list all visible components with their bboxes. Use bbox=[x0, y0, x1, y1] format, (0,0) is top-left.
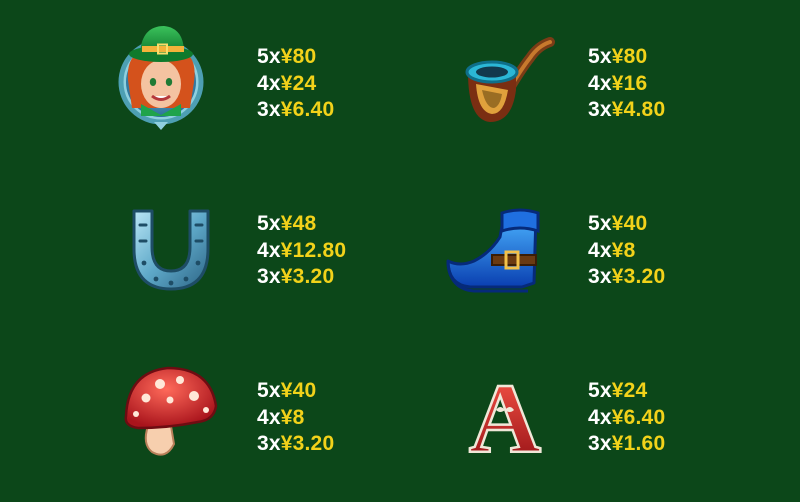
payout-amount: ¥6.40 bbox=[280, 98, 335, 121]
payout-multiplier: 3x bbox=[588, 432, 612, 455]
pipe-icon bbox=[450, 28, 560, 138]
payout-row-4x: 4x¥8 bbox=[257, 405, 334, 432]
payout-multiplier: 3x bbox=[257, 98, 281, 121]
payout-amount: ¥24 bbox=[280, 71, 317, 95]
payout-multiplier: 3x bbox=[257, 432, 281, 455]
paytable-entry-leprechaun: 5x¥80 4x¥24 3x¥6.40 bbox=[0, 0, 400, 167]
payout-amount: ¥3.20 bbox=[280, 265, 335, 288]
mushroom-icon bbox=[118, 354, 228, 464]
payout-multiplier: 3x bbox=[588, 98, 612, 121]
payout-multiplier: 5x bbox=[257, 379, 281, 402]
payout-multiplier: 4x bbox=[588, 405, 612, 429]
paytable-entry-horseshoe: 5x¥48 4x¥12.80 3x¥3.20 bbox=[0, 167, 400, 334]
payout-multiplier: 3x bbox=[588, 265, 612, 288]
payout-list: 5x¥40 4x¥8 3x¥3.20 bbox=[588, 211, 665, 291]
payout-amount: ¥40 bbox=[611, 212, 648, 235]
payout-list: 5x¥80 4x¥16 3x¥4.80 bbox=[588, 44, 665, 124]
boot-icon bbox=[440, 197, 550, 307]
leprechaun-icon bbox=[106, 20, 216, 130]
payout-row-4x: 4x¥16 bbox=[588, 71, 665, 98]
payout-amount: ¥8 bbox=[280, 405, 305, 429]
payout-list: 5x¥24 4x¥6.40 3x¥1.60 bbox=[588, 378, 665, 458]
payout-multiplier: 3x bbox=[257, 265, 281, 288]
payout-amount: ¥12.80 bbox=[280, 238, 347, 262]
payout-amount: ¥16 bbox=[611, 71, 648, 95]
payout-row-4x: 4x¥8 bbox=[588, 238, 665, 265]
horseshoe-icon bbox=[116, 193, 226, 303]
payout-row-5x: 5x¥40 bbox=[257, 378, 334, 405]
payout-row-5x: 5x¥80 bbox=[588, 44, 665, 71]
payout-amount: ¥48 bbox=[280, 212, 317, 235]
payout-row-3x: 3x¥6.40 bbox=[257, 97, 334, 124]
payout-list: 5x¥80 4x¥24 3x¥6.40 bbox=[257, 44, 334, 124]
payout-multiplier: 4x bbox=[257, 71, 281, 95]
letter-a-icon: A bbox=[450, 358, 560, 468]
payout-multiplier: 5x bbox=[588, 379, 612, 402]
payout-multiplier: 5x bbox=[588, 212, 612, 235]
paytable-entry-mushroom: 5x¥40 4x¥8 3x¥3.20 bbox=[0, 334, 400, 501]
payout-row-5x: 5x¥24 bbox=[588, 378, 665, 405]
payout-multiplier: 4x bbox=[588, 238, 612, 262]
payout-amount: ¥3.20 bbox=[611, 265, 666, 288]
payout-amount: ¥6.40 bbox=[611, 405, 666, 429]
paytable-entry-pipe: 5x¥80 4x¥16 3x¥4.80 bbox=[400, 0, 800, 167]
paytable-entry-boot: 5x¥40 4x¥8 3x¥3.20 bbox=[400, 167, 800, 334]
payout-row-4x: 4x¥6.40 bbox=[588, 405, 665, 432]
payout-row-5x: 5x¥40 bbox=[588, 211, 665, 238]
payout-multiplier: 5x bbox=[257, 212, 281, 235]
payout-list: 5x¥40 4x¥8 3x¥3.20 bbox=[257, 378, 334, 458]
payout-multiplier: 5x bbox=[257, 45, 281, 68]
payout-amount: ¥40 bbox=[280, 379, 317, 402]
payout-row-5x: 5x¥80 bbox=[257, 44, 334, 71]
payout-row-4x: 4x¥12.80 bbox=[257, 238, 346, 265]
payout-row-3x: 3x¥3.20 bbox=[257, 264, 346, 291]
payout-row-3x: 3x¥4.80 bbox=[588, 97, 665, 124]
payout-multiplier: 4x bbox=[257, 405, 281, 429]
payout-amount: ¥4.80 bbox=[611, 98, 666, 121]
payout-amount: ¥3.20 bbox=[280, 432, 335, 455]
payout-multiplier: 4x bbox=[257, 238, 281, 262]
payout-amount: ¥1.60 bbox=[611, 432, 666, 455]
payout-row-5x: 5x¥48 bbox=[257, 211, 346, 238]
payout-multiplier: 4x bbox=[588, 71, 612, 95]
payout-amount: ¥24 bbox=[611, 379, 648, 402]
payout-row-3x: 3x¥3.20 bbox=[257, 431, 334, 458]
payout-amount: ¥80 bbox=[280, 45, 317, 68]
payout-amount: ¥8 bbox=[611, 238, 636, 262]
payout-list: 5x¥48 4x¥12.80 3x¥3.20 bbox=[257, 211, 346, 291]
payout-row-4x: 4x¥24 bbox=[257, 71, 334, 98]
payout-row-3x: 3x¥1.60 bbox=[588, 431, 665, 458]
payout-amount: ¥80 bbox=[611, 45, 648, 68]
payout-row-3x: 3x¥3.20 bbox=[588, 264, 665, 291]
payout-multiplier: 5x bbox=[588, 45, 612, 68]
letter-a-glyph: A bbox=[469, 363, 541, 468]
paytable-entry-letter-a: A 5x¥24 4x¥6.40 3x¥1.60 bbox=[400, 334, 800, 501]
